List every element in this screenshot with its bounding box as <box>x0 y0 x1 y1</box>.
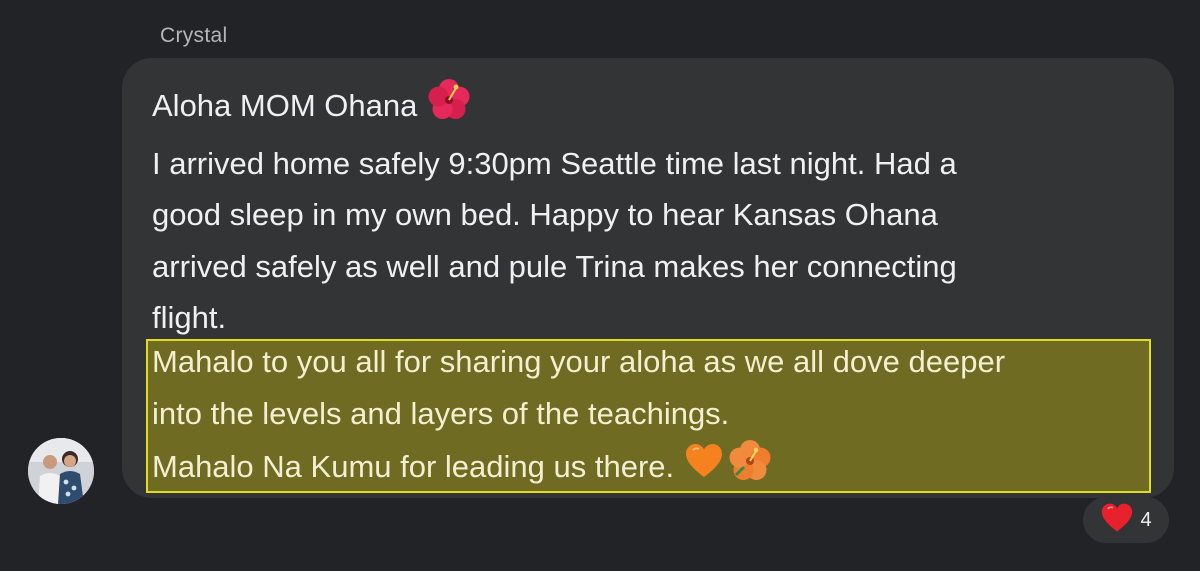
sender-avatar[interactable] <box>28 438 94 504</box>
orange-heart-icon <box>684 442 724 496</box>
highlighted-line: into the levels and layers of the teachi… <box>152 395 730 431</box>
message-text: Aloha MOM Ohana I arrived home safely 9:… <box>152 78 1152 344</box>
chat-screen: Crystal Aloha MOM Ohana I arrived home s… <box>0 0 1200 571</box>
hibiscus-icon <box>728 439 772 499</box>
message-line: Aloha MOM Ohana <box>152 78 1152 138</box>
greeting-text: Aloha MOM Ohana <box>152 87 418 123</box>
message-line: good sleep in my own bed. Happy to hear … <box>152 197 938 232</box>
highlighted-line: Mahalo to you all for sharing your aloha… <box>152 344 1006 379</box>
reaction-count: 4 <box>1140 508 1152 531</box>
highlighted-text: Mahalo to you all for sharing your aloha… <box>152 336 1152 499</box>
hibiscus-icon <box>427 78 471 138</box>
avatar-photo-icon <box>28 438 94 504</box>
highlighted-line: Mahalo Na Kumu for leading us there. <box>152 439 1152 499</box>
red-heart-icon <box>1100 502 1134 539</box>
message-line: arrived safely as well and pule Trina ma… <box>152 248 957 284</box>
closing-text: Mahalo Na Kumu for leading us there. <box>152 448 675 484</box>
sender-name: Crystal <box>160 24 228 47</box>
reaction-badge[interactable]: 4 <box>1083 497 1169 543</box>
message-line: I arrived home safely 9:30pm Seattle tim… <box>152 145 957 181</box>
